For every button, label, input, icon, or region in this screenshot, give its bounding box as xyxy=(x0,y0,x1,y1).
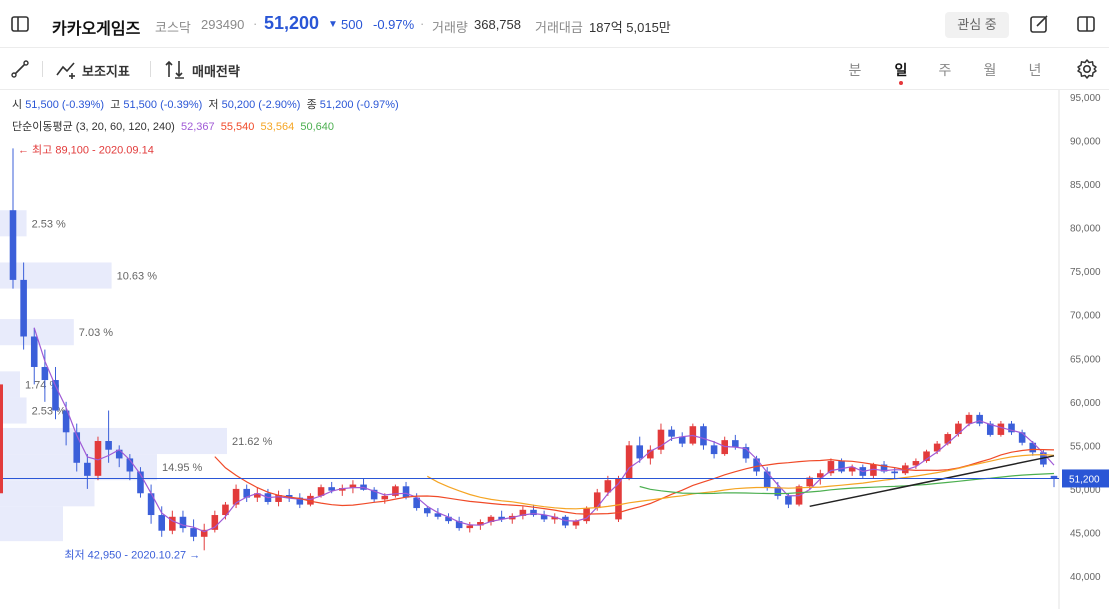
volume-profile-label: 14.95 % xyxy=(162,462,203,474)
sidebar-toggle-icon[interactable] xyxy=(10,14,30,34)
period-day[interactable]: 일 xyxy=(891,60,911,80)
y-tick-label: 85,000 xyxy=(1070,180,1101,191)
candle-body xyxy=(158,515,166,531)
volume-profile-label: 21.62 % xyxy=(232,436,273,448)
trend-line xyxy=(809,455,1055,508)
toolbar-divider xyxy=(150,61,151,77)
candle-body xyxy=(190,528,197,537)
candle-body xyxy=(827,461,835,474)
candle-body xyxy=(593,492,601,509)
candle-body xyxy=(636,445,644,459)
y-tick-label: 70,000 xyxy=(1070,311,1101,322)
low-annotation: 최저 42,950 - 2020.10.27 → xyxy=(64,548,200,561)
candle-body xyxy=(625,445,633,479)
candle-body xyxy=(30,336,38,367)
active-period-indicator xyxy=(899,81,903,85)
ma120-line xyxy=(639,472,1055,495)
y-tick-label: 65,000 xyxy=(1070,354,1101,365)
candle-body xyxy=(604,480,612,493)
edit-icon[interactable] xyxy=(1029,14,1049,34)
period-week[interactable]: 주 xyxy=(935,60,955,80)
candle-body xyxy=(572,521,580,526)
candle-body xyxy=(997,423,1005,435)
watchlist-button[interactable]: 관심 중 xyxy=(945,12,1009,38)
candle-body xyxy=(944,434,952,444)
y-tick-label: 60,000 xyxy=(1070,398,1101,409)
y-tick-label: 55,000 xyxy=(1070,441,1101,452)
candle-body xyxy=(466,525,474,529)
volume-label: 거래량 xyxy=(432,20,468,35)
down-arrow-icon: ▼ xyxy=(328,19,338,30)
amount-label: 거래대금 xyxy=(535,20,583,35)
period-month[interactable]: 월 xyxy=(980,60,1000,80)
period-year[interactable]: 년 xyxy=(1025,60,1045,80)
price-change: 500 xyxy=(341,17,363,32)
candle-body xyxy=(73,432,81,463)
price-chart[interactable]: 2.53 %10.63 %7.03 %1.74 %2.53 %21.62 %14… xyxy=(0,90,1109,609)
candle-body xyxy=(710,445,718,455)
candle-body xyxy=(700,426,707,446)
candle-body xyxy=(732,440,739,448)
y-tick-label: 90,000 xyxy=(1070,137,1101,148)
indicator-icon[interactable] xyxy=(55,59,77,79)
period-minute[interactable]: 분 xyxy=(845,60,865,80)
volume-profile-label: 7.03 % xyxy=(79,327,113,339)
candle-body xyxy=(976,414,983,424)
volume-profile-bar xyxy=(0,480,95,507)
gear-icon[interactable] xyxy=(1076,58,1098,80)
stock-header: 카카오게임즈 코스닥 293490 · 51,200 ▼ 500 -0.97% … xyxy=(0,0,1109,48)
candle-body xyxy=(891,471,898,474)
current-price: 51,200 xyxy=(264,13,320,33)
current-price-label: 51,200 xyxy=(1069,474,1100,485)
panel-toggle-icon[interactable] xyxy=(1076,14,1096,34)
high-annotation: ← 최고 89,100 - 2020.09.14 xyxy=(18,143,154,156)
candle-body xyxy=(753,458,760,472)
candle-body xyxy=(1018,432,1026,443)
volume-profile-bar xyxy=(0,427,227,455)
candle-body xyxy=(381,495,389,500)
strategy-button[interactable]: 매매전략 xyxy=(192,61,240,80)
candle-body xyxy=(402,486,410,498)
volume-profile-bar xyxy=(0,262,112,289)
candle-body xyxy=(9,210,17,280)
y-tick-label: 45,000 xyxy=(1070,528,1101,539)
candle-body xyxy=(105,441,112,450)
draw-tool-icon[interactable] xyxy=(10,59,30,79)
volume-profile-bar xyxy=(0,397,27,424)
amount-value: 187억 5,015만 xyxy=(589,20,671,35)
volume-profile-label: 2.53 % xyxy=(32,218,66,230)
y-tick-label: 40,000 xyxy=(1070,572,1101,583)
volume-value: 368,758 xyxy=(474,17,521,32)
volume-profile-label: 10.63 % xyxy=(117,271,158,283)
candle-body xyxy=(763,471,771,488)
y-tick-label: 75,000 xyxy=(1070,267,1101,278)
candle-body xyxy=(20,279,27,337)
candle-body xyxy=(423,508,431,514)
candle-body xyxy=(785,495,792,505)
volume-profile-bar xyxy=(0,506,63,542)
chart-toolbar: 보조지표 매매전략 분 일 주 월 년 xyxy=(0,48,1109,90)
candle-body xyxy=(179,516,187,529)
candle-body xyxy=(41,366,49,381)
price-range-marker xyxy=(0,384,3,494)
separator-dot: · xyxy=(420,16,425,31)
candle-body xyxy=(838,461,845,472)
indicator-button[interactable]: 보조지표 xyxy=(82,61,130,80)
y-tick-label: 80,000 xyxy=(1070,224,1101,235)
price-change-pct: -0.97% xyxy=(373,17,415,32)
market-label: 코스닥 xyxy=(155,20,191,35)
candle-body xyxy=(965,414,973,424)
stock-code: 293490 xyxy=(201,17,245,32)
candle-body xyxy=(668,429,675,437)
strategy-icon[interactable] xyxy=(164,59,186,79)
separator-dot: · xyxy=(253,16,258,31)
toolbar-divider xyxy=(42,61,43,77)
candle-body xyxy=(84,462,91,476)
volume-profile-label: 2.53 % xyxy=(32,406,66,418)
y-tick-label: 95,000 xyxy=(1070,93,1101,104)
stock-name[interactable]: 카카오게임즈 xyxy=(52,15,140,39)
